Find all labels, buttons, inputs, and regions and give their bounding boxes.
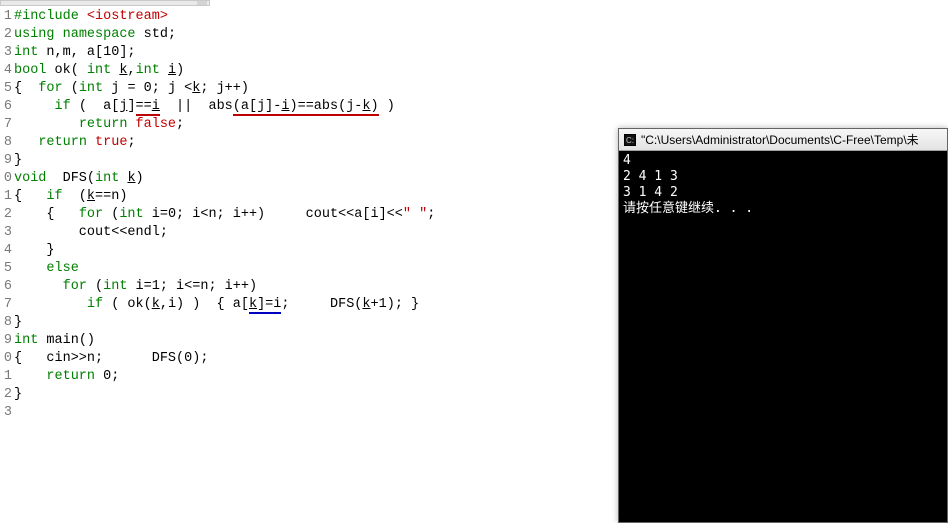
code-line[interactable]: 0{ cin>>n; DFS(0);	[0, 350, 620, 368]
code-line[interactable]: 3int n,m, a[10];	[0, 44, 620, 62]
code-line[interactable]: 0void DFS(int k)	[0, 170, 620, 188]
code-text[interactable]: }	[14, 152, 620, 170]
line-number: 3	[0, 224, 12, 242]
code-text[interactable]: }	[14, 386, 620, 404]
code-text[interactable]	[14, 404, 620, 422]
line-number: 2	[0, 386, 12, 404]
line-number: 6	[0, 278, 12, 296]
console-window[interactable]: C: "C:\Users\Administrator\Documents\C-F…	[618, 128, 948, 523]
code-area[interactable]: 1#include <iostream>2using namespace std…	[0, 8, 620, 523]
line-number: 0	[0, 170, 12, 188]
code-line[interactable]: 2using namespace std;	[0, 26, 620, 44]
code-text[interactable]: return 0;	[14, 368, 620, 386]
code-line[interactable]: 9}	[0, 152, 620, 170]
code-text[interactable]: }	[14, 314, 620, 332]
code-line[interactable]: 3 cout<<endl;	[0, 224, 620, 242]
code-line[interactable]: 8 return true;	[0, 134, 620, 152]
line-number: 1	[0, 188, 12, 206]
code-text[interactable]: }	[14, 242, 620, 260]
code-text[interactable]: return true;	[14, 134, 620, 152]
line-number: 7	[0, 116, 12, 134]
line-number: 6	[0, 98, 12, 116]
console-titlebar[interactable]: C: "C:\Users\Administrator\Documents\C-F…	[619, 129, 947, 151]
code-text[interactable]: { if (k==n)	[14, 188, 620, 206]
line-number: 3	[0, 44, 12, 62]
code-text[interactable]: int n,m, a[10];	[14, 44, 620, 62]
code-editor[interactable]: 1#include <iostream>2using namespace std…	[0, 0, 620, 523]
console-output: 4 2 4 1 3 3 1 4 2 请按任意键继续. . .	[619, 151, 947, 219]
code-text[interactable]: void DFS(int k)	[14, 170, 620, 188]
line-number: 8	[0, 314, 12, 332]
code-line[interactable]: 6 for (int i=1; i<=n; i++)	[0, 278, 620, 296]
code-text[interactable]: { cin>>n; DFS(0);	[14, 350, 620, 368]
line-number: 0	[0, 350, 12, 368]
line-number: 1	[0, 368, 12, 386]
code-text[interactable]: else	[14, 260, 620, 278]
line-number: 4	[0, 62, 12, 80]
code-text[interactable]: return false;	[14, 116, 620, 134]
code-line[interactable]: 5 else	[0, 260, 620, 278]
code-text[interactable]: { for (int j = 0; j <k; j++)	[14, 80, 620, 98]
line-number: 4	[0, 242, 12, 260]
svg-text:C:: C:	[626, 136, 634, 145]
code-text[interactable]: { for (int i=0; i<n; i++) cout<<a[i]<<" …	[14, 206, 620, 224]
code-text[interactable]: int main()	[14, 332, 620, 350]
code-text[interactable]: for (int i=1; i<=n; i++)	[14, 278, 620, 296]
code-line[interactable]: 7 return false;	[0, 116, 620, 134]
line-number: 2	[0, 26, 12, 44]
code-text[interactable]: bool ok( int k,int i)	[14, 62, 620, 80]
line-number: 7	[0, 296, 12, 314]
code-line[interactable]: 1{ if (k==n)	[0, 188, 620, 206]
code-text[interactable]: if ( ok(k,i) ) { a[k]=i; DFS(k+1); }	[14, 296, 620, 314]
code-line[interactable]: 8}	[0, 314, 620, 332]
code-text[interactable]: #include <iostream>	[14, 8, 620, 26]
line-number: 1	[0, 8, 12, 26]
code-line[interactable]: 1#include <iostream>	[0, 8, 620, 26]
code-text[interactable]: using namespace std;	[14, 26, 620, 44]
line-number: 5	[0, 80, 12, 98]
code-text[interactable]: cout<<endl;	[14, 224, 620, 242]
code-line[interactable]: 4bool ok( int k,int i)	[0, 62, 620, 80]
code-text[interactable]: if ( a[j]==i || abs(a[j]-i)==abs(j-k) )	[14, 98, 620, 116]
line-number: 2	[0, 206, 12, 224]
line-number: 9	[0, 332, 12, 350]
code-line[interactable]: 2}	[0, 386, 620, 404]
code-line[interactable]: 2 { for (int i=0; i<n; i++) cout<<a[i]<<…	[0, 206, 620, 224]
code-line[interactable]: 6 if ( a[j]==i || abs(a[j]-i)==abs(j-k) …	[0, 98, 620, 116]
line-number: 5	[0, 260, 12, 278]
code-line[interactable]: 9int main()	[0, 332, 620, 350]
line-number: 8	[0, 134, 12, 152]
code-line[interactable]: 3	[0, 404, 620, 422]
horizontal-scrollbar-stub[interactable]	[0, 0, 210, 6]
code-line[interactable]: 5{ for (int j = 0; j <k; j++)	[0, 80, 620, 98]
code-line[interactable]: 4 }	[0, 242, 620, 260]
code-line[interactable]: 1 return 0;	[0, 368, 620, 386]
console-app-icon: C:	[623, 133, 637, 147]
line-number: 9	[0, 152, 12, 170]
line-number: 3	[0, 404, 12, 422]
code-line[interactable]: 7 if ( ok(k,i) ) { a[k]=i; DFS(k+1); }	[0, 296, 620, 314]
console-title-text: "C:\Users\Administrator\Documents\C-Free…	[641, 131, 919, 148]
